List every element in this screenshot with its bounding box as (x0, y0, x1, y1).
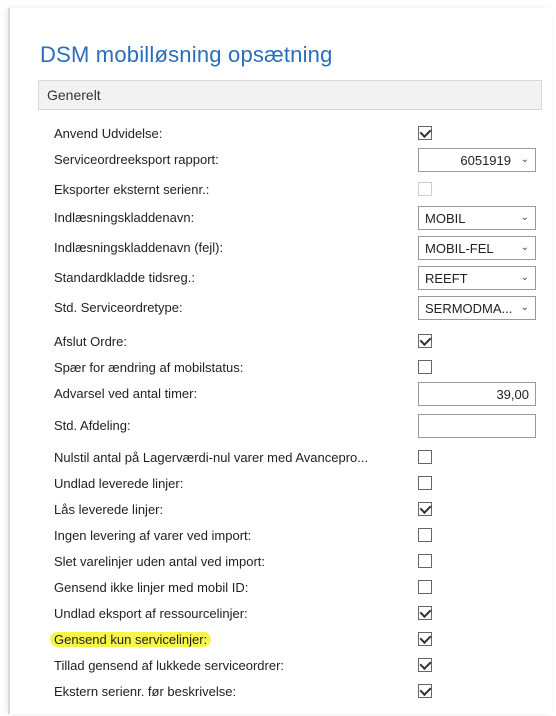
select-indl-kladde[interactable]: MOBIL ⌄ (418, 206, 536, 230)
value-std-serviceordretype: SERMODMA... (425, 301, 513, 316)
checkbox-slet-varelinjer[interactable] (418, 554, 432, 568)
row-laas-leverede: Lås leverede linjer: (54, 498, 544, 524)
label-laas-leverede: Lås leverede linjer: (54, 502, 164, 517)
checkmark-icon (419, 657, 432, 671)
checkbox-ekstern-serienr[interactable] (418, 683, 432, 698)
row-spaer-mobilstatus: Spær for ændring af mobilstatus: (54, 356, 544, 382)
label-undlad-ressource: Undlad eksport af ressourcelinjer: (54, 606, 248, 621)
checkmark-icon (419, 631, 432, 645)
label-standardkladde: Standardkladde tidsreg.: (54, 270, 195, 285)
checkbox-spaer-mobilstatus[interactable] (418, 360, 432, 374)
chevron-down-icon: ⌄ (520, 272, 529, 283)
value-indl-kladde: MOBIL (425, 211, 466, 226)
row-advarsel-timer: Advarsel ved antal timer: 39,00 (54, 382, 544, 408)
row-slet-varelinjer: Slet varelinjer uden antal ved import: (54, 550, 544, 576)
checkbox-undlad-leverede[interactable] (418, 476, 432, 490)
label-std-afdeling: Std. Afdeling: (54, 418, 131, 433)
chevron-down-icon: ⌄ (520, 212, 529, 223)
label-gensend-mobil-id: Gensend ikke linjer med mobil ID: (54, 580, 249, 595)
label-serviceordre-rapport: Serviceordreeksport rapport: (54, 152, 219, 167)
label-undlad-leverede: Undlad leverede linjer: (54, 476, 184, 491)
checkmark-icon (419, 125, 432, 139)
row-nulstil-antal: Nulstil antal på Lagerværdi-nul varer me… (54, 446, 544, 472)
label-ekstern-serienr: Ekstern serienr. før beskrivelse: (54, 684, 237, 699)
chevron-down-icon: ⌄ (520, 242, 529, 253)
row-undlad-ressource: Undlad eksport af ressourcelinjer: (54, 602, 544, 628)
label-afslut-ordre: Afslut Ordre: (54, 334, 127, 349)
checkbox-undlad-ressource[interactable] (418, 605, 432, 620)
row-indl-kladde: Indlæsningskladdenavn: MOBIL ⌄ (54, 206, 544, 232)
label-slet-varelinjer: Slet varelinjer uden antal ved import: (54, 554, 266, 569)
chevron-down-icon: ⌄ (520, 302, 529, 313)
value-advarsel-timer: 39,00 (496, 387, 529, 402)
checkbox-tillad-gensend[interactable] (418, 657, 432, 672)
row-undlad-leverede: Undlad leverede linjer: (54, 472, 544, 498)
checkbox-gensend-service[interactable] (418, 631, 432, 646)
label-indl-kladde: Indlæsningskladdenavn: (54, 210, 195, 225)
value-serviceordre-rapport: 6051919 (460, 153, 511, 168)
checkbox-eksporter-serienr[interactable] (418, 182, 432, 196)
checkbox-nulstil-antal[interactable] (418, 450, 432, 464)
chevron-down-icon: ⌄ (520, 154, 529, 165)
row-std-serviceordretype: Std. Serviceordretype: SERMODMA... ⌄ (54, 296, 544, 322)
label-gensend-service: Gensend kun servicelinjer: (50, 632, 212, 647)
input-std-afdeling[interactable] (418, 414, 536, 438)
page-title: DSM mobilløsning opsætning (40, 42, 333, 67)
row-gensend-mobil-id: Gensend ikke linjer med mobil ID: (54, 576, 544, 602)
row-indl-kladde-fejl: Indlæsningskladdenavn (fejl): MOBIL-FEL … (54, 236, 544, 262)
row-standardkladde: Standardkladde tidsreg.: REEFT ⌄ (54, 266, 544, 292)
section-header-generelt[interactable]: Generelt (38, 80, 542, 110)
checkmark-icon (419, 333, 432, 347)
checkbox-ingen-levering[interactable] (418, 528, 432, 542)
label-advarsel-timer: Advarsel ved antal timer: (54, 386, 198, 401)
label-indl-kladde-fejl: Indlæsningskladdenavn (fejl): (54, 240, 224, 255)
checkbox-gensend-mobil-id[interactable] (418, 580, 432, 594)
row-std-afdeling: Std. Afdeling: (54, 414, 544, 440)
section-title: Generelt (47, 87, 101, 103)
row-gensend-service: Gensend kun servicelinjer: (50, 628, 544, 654)
row-tillad-gensend: Tillad gensend af lukkede serviceordrer: (54, 654, 544, 680)
label-ingen-levering: Ingen levering af varer ved import: (54, 528, 252, 543)
row-ekstern-serienr: Ekstern serienr. før beskrivelse: (54, 680, 544, 706)
select-standardkladde[interactable]: REEFT ⌄ (418, 266, 536, 290)
label-spaer-mobilstatus: Spær for ændring af mobilstatus: (54, 360, 244, 375)
select-serviceordre-rapport[interactable]: 6051919 ⌄ (418, 148, 536, 172)
row-ingen-levering: Ingen levering af varer ved import: (54, 524, 544, 550)
checkbox-anvend-udvidelse[interactable] (418, 125, 432, 140)
value-standardkladde: REEFT (425, 271, 468, 286)
value-indl-kladde-fejl: MOBIL-FEL (425, 241, 494, 256)
row-serviceordre-rapport: Serviceordreeksport rapport: 6051919 ⌄ (54, 148, 544, 174)
row-anvend-udvidelse: Anvend Udvidelse: (54, 122, 544, 148)
label-anvend-udvidelse: Anvend Udvidelse: (54, 126, 163, 141)
checkmark-icon (419, 683, 432, 697)
checkbox-afslut-ordre[interactable] (418, 333, 432, 348)
checkmark-icon (419, 605, 432, 619)
select-indl-kladde-fejl[interactable]: MOBIL-FEL ⌄ (418, 236, 536, 260)
label-eksporter-serienr: Eksporter eksternt serienr.: (54, 182, 210, 197)
row-afslut-ordre: Afslut Ordre: (54, 330, 544, 356)
label-std-serviceordretype: Std. Serviceordretype: (54, 300, 183, 315)
checkbox-laas-leverede[interactable] (418, 501, 432, 516)
checkmark-icon (419, 501, 432, 515)
row-eksporter-serienr: Eksporter eksternt serienr.: (54, 178, 544, 204)
select-std-serviceordretype[interactable]: SERMODMA... ⌄ (418, 296, 536, 320)
input-advarsel-timer[interactable]: 39,00 (418, 382, 536, 406)
label-tillad-gensend: Tillad gensend af lukkede serviceordrer: (54, 658, 285, 673)
label-nulstil-antal: Nulstil antal på Lagerværdi-nul varer me… (54, 450, 369, 465)
